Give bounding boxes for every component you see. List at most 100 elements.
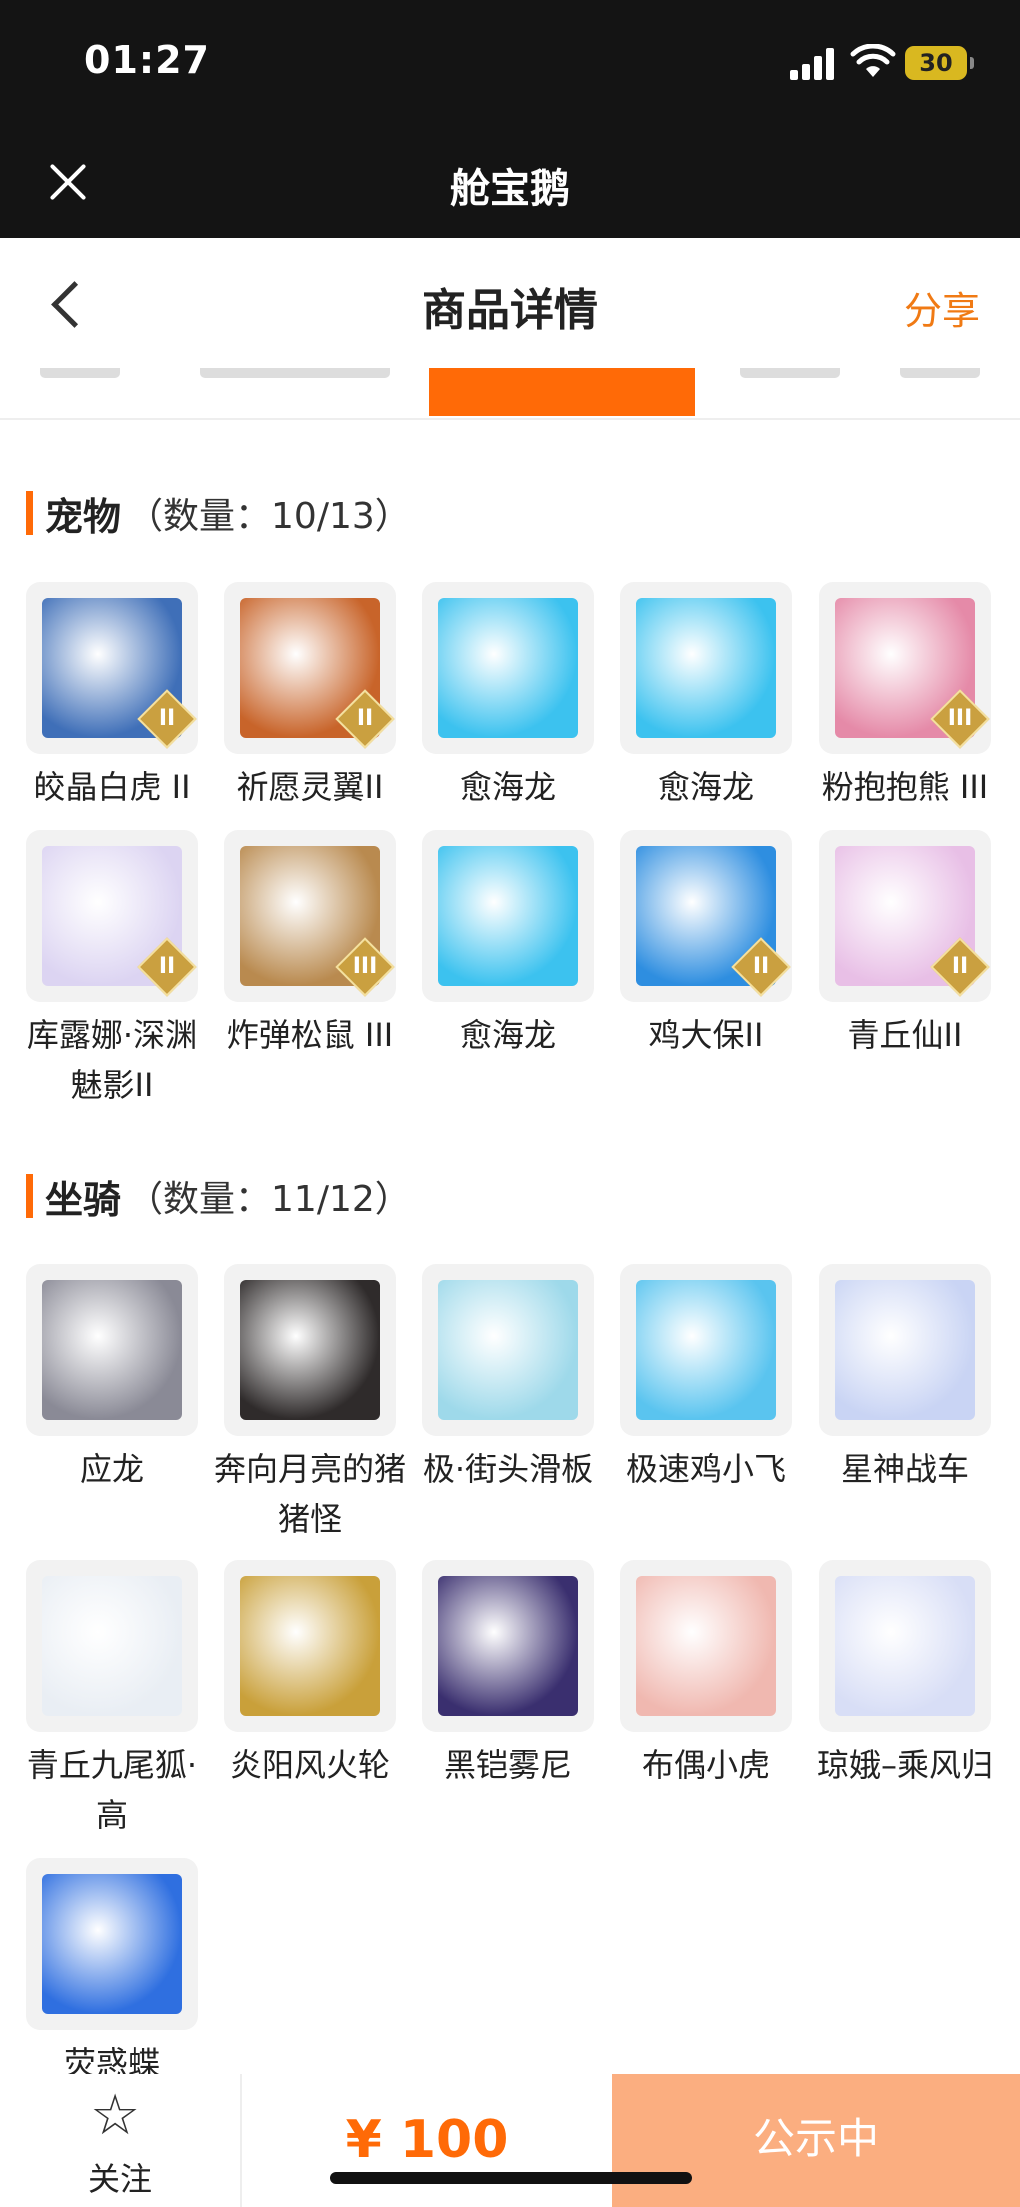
item-thumbnail: II <box>819 830 991 1002</box>
item-thumbnail: II <box>26 582 198 754</box>
item-name: 祈愿灵翼II <box>236 768 384 806</box>
section-accent-bar <box>26 491 33 535</box>
item-card[interactable]: II 青丘仙II <box>819 830 991 1060</box>
item-thumbnail <box>422 1560 594 1732</box>
item-thumbnail <box>224 1560 396 1732</box>
wifi-icon <box>850 44 896 77</box>
item-thumbnail <box>422 582 594 754</box>
status-bar: 01:27 30 <box>0 0 1020 120</box>
item-thumbnail <box>819 1264 991 1436</box>
item-thumbnail <box>620 582 792 754</box>
battery-icon: 30 <box>905 46 974 80</box>
item-card[interactable]: 炎阳风火轮 <box>224 1560 396 1790</box>
section-name: 宠物 <box>45 494 122 539</box>
price: ¥ 100 <box>345 2110 509 2170</box>
star-icon: ☆ <box>90 2083 141 2148</box>
nine-tail-fox-icon <box>42 1576 182 1716</box>
tab-hidden-4[interactable] <box>900 368 980 378</box>
item-name: 布偶小虎 <box>641 1746 770 1784</box>
item-name: 琼娥–乘风归 <box>816 1746 993 1784</box>
section-name: 坐骑 <box>45 1177 122 1222</box>
item-thumbnail: II <box>224 582 396 754</box>
item-name: 皎晶白虎 II <box>33 768 191 806</box>
item-thumbnail <box>26 1560 198 1732</box>
item-card[interactable]: II 祈愿灵翼II <box>224 582 396 812</box>
item-card[interactable]: 愈海龙 <box>422 830 594 1060</box>
item-thumbnail <box>422 1264 594 1436</box>
tab-hidden-1[interactable] <box>40 368 120 378</box>
sea-dragon-icon <box>438 846 578 986</box>
item-name: 愈海龙 <box>657 768 754 806</box>
item-card[interactable]: 愈海龙 <box>422 582 594 812</box>
item-name: 青丘仙II <box>847 1016 963 1054</box>
item-card[interactable]: 布偶小虎 <box>620 1560 792 1790</box>
pig-icon <box>240 1280 380 1420</box>
item-thumbnail: II <box>26 830 198 1002</box>
toy-tiger-icon <box>636 1576 776 1716</box>
mounts-section-title: 坐骑 （数量：11/12） <box>26 1173 411 1222</box>
item-thumbnail: III <box>224 830 396 1002</box>
section-count: （数量：10/13） <box>127 496 411 537</box>
item-thumbnail <box>224 1264 396 1436</box>
item-name: 星神战车 <box>840 1450 969 1488</box>
item-name: 愈海龙 <box>459 1016 556 1054</box>
sea-dragon-icon <box>438 598 578 738</box>
item-name: 极·街头滑板 <box>422 1450 594 1488</box>
item-card[interactable]: 愈海龙 <box>620 582 792 812</box>
dragon-head-icon <box>42 1280 182 1420</box>
status-time: 01:27 <box>84 38 210 82</box>
home-indicator <box>330 2172 692 2184</box>
sea-dragon-icon <box>636 598 776 738</box>
butterfly-fish-icon <box>42 1874 182 2014</box>
pets-section-title: 宠物 （数量：10/13） <box>26 490 411 539</box>
page-header: 商品详情 分享 <box>0 238 1020 368</box>
item-card[interactable]: III 粉抱抱熊 III <box>819 582 991 812</box>
share-button[interactable]: 分享 <box>904 280 980 335</box>
item-name: 愈海龙 <box>459 768 556 806</box>
item-name: 粉抱抱熊 III <box>821 768 989 806</box>
item-name: 库露娜·深渊魅影II <box>26 1016 198 1104</box>
app-bar: 舱宝鹅 <box>0 120 1020 238</box>
item-card[interactable]: 星神战车 <box>819 1264 991 1494</box>
item-card[interactable]: II 鸡大保II <box>620 830 792 1060</box>
item-thumbnail <box>26 1264 198 1436</box>
tab-strip <box>0 368 1020 420</box>
item-card[interactable]: 黑铠雾尼 <box>422 1560 594 1790</box>
section-accent-bar <box>26 1174 33 1218</box>
black-armor-beast-icon <box>438 1576 578 1716</box>
item-name: 黑铠雾尼 <box>443 1746 572 1784</box>
item-card[interactable]: II 皎晶白虎 II <box>26 582 198 812</box>
item-card[interactable]: 奔向月亮的猪猪怪 <box>214 1264 406 1544</box>
moon-fairy-icon <box>835 1576 975 1716</box>
section-count: （数量：11/12） <box>127 1179 411 1220</box>
item-thumbnail <box>620 1264 792 1436</box>
app-title: 舱宝鹅 <box>450 166 570 212</box>
fire-wheel-icon <box>240 1576 380 1716</box>
publicity-status-button[interactable]: 公示中 <box>612 2074 1020 2207</box>
item-card[interactable]: 极速鸡小飞 <box>620 1264 792 1494</box>
follow-button[interactable]: ☆ 关注 <box>0 2074 242 2207</box>
cellular-signal-icon <box>790 48 836 80</box>
item-card[interactable]: II 库露娜·深渊魅影II <box>26 830 198 1110</box>
skateboard-icon <box>438 1280 578 1420</box>
horse-icon <box>835 1280 975 1420</box>
item-name: 应龙 <box>79 1450 144 1488</box>
tab-hidden-3[interactable] <box>740 368 840 378</box>
item-card[interactable]: 极·街头滑板 <box>422 1264 594 1494</box>
bottom-bar: ☆ 关注 ¥ 100 公示中 <box>0 2074 1020 2207</box>
item-name: 炎阳风火轮 <box>229 1746 390 1784</box>
chick-icon <box>636 1280 776 1420</box>
item-card[interactable]: 琼娥–乘风归 <box>817 1560 993 1790</box>
item-card[interactable]: 青丘九尾狐·高 <box>26 1560 198 1840</box>
item-thumbnail: II <box>620 830 792 1002</box>
item-thumbnail <box>620 1560 792 1732</box>
item-card[interactable]: III 炸弹松鼠 III <box>224 830 396 1060</box>
item-card[interactable]: 荧惑蝶 <box>26 1858 198 2088</box>
tab-active[interactable] <box>429 368 695 416</box>
tab-hidden-2[interactable] <box>200 368 390 378</box>
item-thumbnail <box>819 1560 991 1732</box>
item-name: 奔向月亮的猪猪怪 <box>213 1450 406 1538</box>
item-thumbnail <box>26 1858 198 2030</box>
item-name: 极速鸡小飞 <box>625 1450 786 1488</box>
item-card[interactable]: 应龙 <box>26 1264 198 1494</box>
